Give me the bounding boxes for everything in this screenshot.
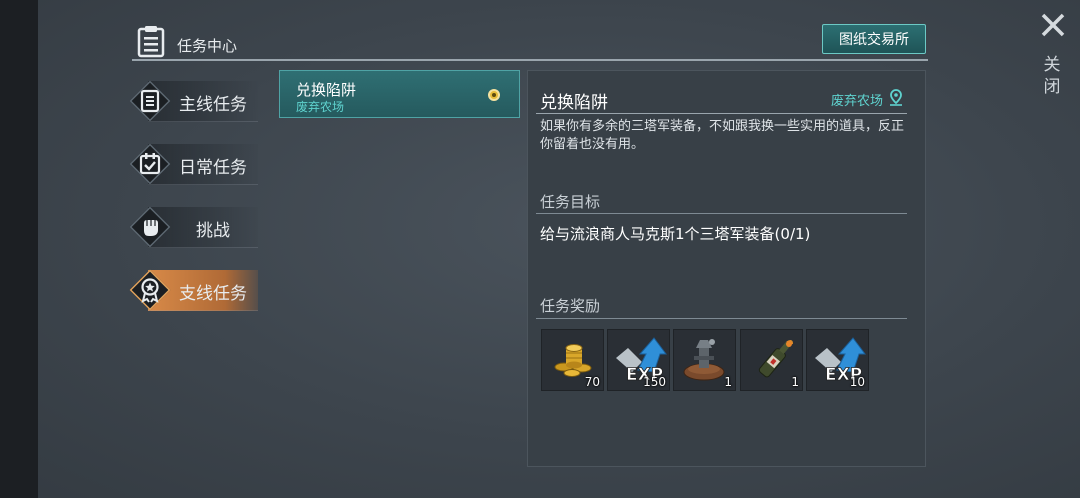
reward-count: 70: [584, 375, 600, 389]
map-pin-icon[interactable]: [889, 89, 903, 106]
tab-label: 主线任务: [179, 95, 247, 115]
reward-count: 150: [643, 375, 666, 389]
quest-description: 如果你有多余的三塔军装备，不如跟我换一些实用的道具，反正你留着也没有用。: [540, 119, 905, 152]
clipboard-icon: [137, 26, 165, 58]
reward-item[interactable]: 70: [541, 329, 604, 391]
quest-goal: 给与流浪商人马克斯1个三塔军装备(0/1): [540, 225, 811, 243]
reward-count: 1: [724, 375, 732, 389]
detail-divider: [536, 113, 907, 114]
quest-detail-title: 兑换陷阱: [540, 93, 608, 113]
reward-count: 10: [849, 375, 865, 389]
left-black-strip: [0, 0, 38, 498]
header-divider: [132, 59, 928, 61]
quest-name: 兑换陷阱: [296, 81, 357, 99]
scroll-list-icon: [140, 89, 160, 113]
tab-main-quest[interactable]: 主线任务: [128, 78, 260, 124]
goal-divider: [536, 213, 907, 214]
quest-list-item[interactable]: 兑换陷阱 废弃农场: [279, 70, 520, 118]
tab-side-quest[interactable]: 支线任务: [128, 267, 260, 313]
reward-section-title: 任务奖励: [540, 297, 601, 315]
quest-tracking-icon[interactable]: [488, 89, 500, 101]
tab-challenge[interactable]: 挑战: [128, 204, 260, 250]
medal-star-icon: [141, 278, 159, 303]
reward-item[interactable]: EXP 150: [607, 329, 670, 391]
quest-location: 废弃农场: [296, 100, 345, 114]
tab-label: 支线任务: [179, 284, 247, 304]
fist-icon: [144, 220, 158, 236]
tab-label: 日常任务: [179, 158, 247, 178]
goal-section-title: 任务目标: [540, 193, 601, 211]
blueprint-exchange-button[interactable]: 图纸交易所: [822, 24, 926, 54]
page-title: 任务中心: [177, 37, 238, 55]
reward-divider: [536, 318, 907, 319]
quest-detail-location[interactable]: 废弃农场: [831, 90, 883, 109]
tab-daily-quest[interactable]: 日常任务: [128, 141, 260, 187]
close-icon[interactable]: [1040, 12, 1066, 38]
reward-item[interactable]: EXP 10: [806, 329, 869, 391]
reward-item[interactable]: 1: [740, 329, 803, 391]
close-label[interactable]: 关闭: [1042, 54, 1062, 98]
reward-item[interactable]: 1: [673, 329, 736, 391]
calendar-check-icon: [139, 153, 161, 175]
reward-count: 1: [791, 375, 799, 389]
tab-label: 挑战: [196, 221, 230, 241]
